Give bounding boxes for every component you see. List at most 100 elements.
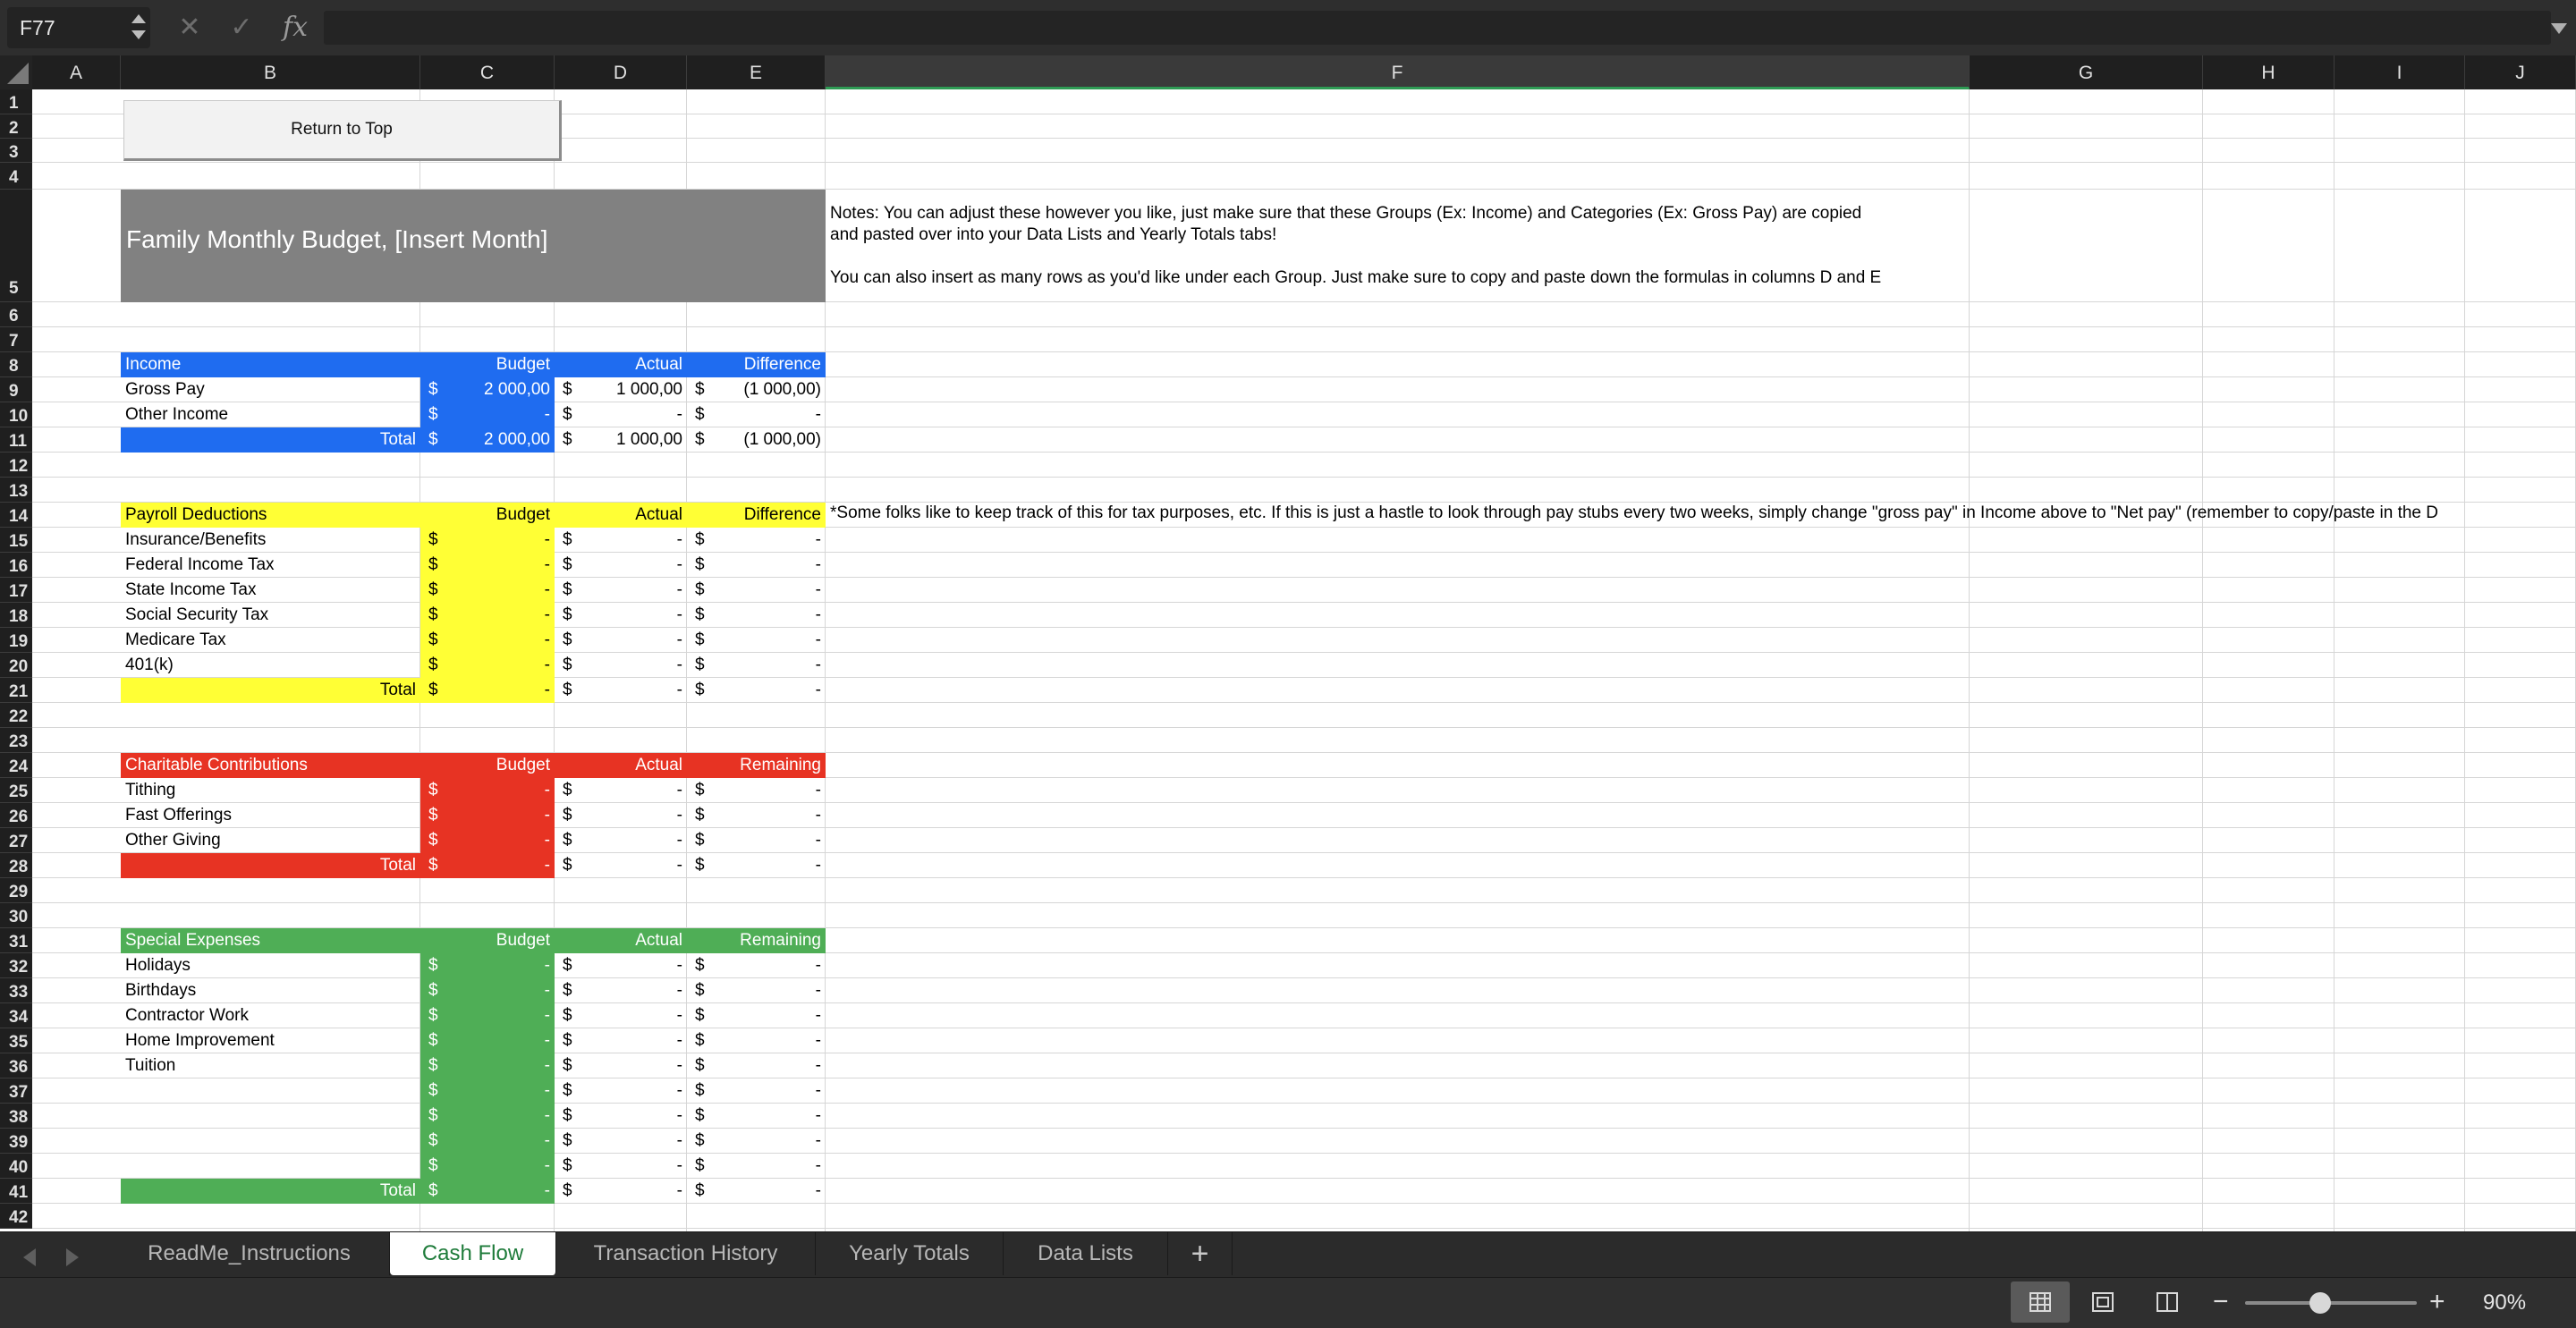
special-expenses-total-label[interactable]: Total <box>121 1179 420 1204</box>
special-expenses-row-actual[interactable]: $ - <box>555 1053 687 1078</box>
payroll-deductions-row-actual[interactable]: $ - <box>555 578 687 603</box>
payroll-deductions-row-label[interactable]: Insurance/Benefits <box>121 528 420 553</box>
charitable-contributions-row-budget[interactable]: $ - <box>420 803 555 828</box>
payroll-deductions-total-budget[interactable]: $ - <box>420 678 555 703</box>
income-total-difference[interactable]: $ (1 000,00) <box>687 427 826 453</box>
special-expenses-row-label[interactable] <box>121 1154 420 1179</box>
payroll-deductions-row-difference[interactable]: $ - <box>687 653 826 678</box>
income-total-budget[interactable]: $2 000,00 <box>420 427 555 453</box>
income-header-budget[interactable]: Budget <box>420 352 555 377</box>
row-header-25[interactable]: 25 <box>0 778 32 803</box>
income-header-label[interactable]: Income <box>121 352 420 377</box>
charitable-contributions-row-label[interactable]: Fast Offerings <box>121 803 420 828</box>
formula-expand-chevron-icon[interactable] <box>2551 23 2567 34</box>
tab-scroll-right-icon[interactable] <box>66 1248 79 1266</box>
payroll-deductions-row-difference[interactable]: $ - <box>687 528 826 553</box>
column-header-c[interactable]: C <box>420 55 555 89</box>
income-total-label[interactable]: Total <box>121 427 420 453</box>
charitable-contributions-row-budget[interactable]: $ - <box>420 778 555 803</box>
row-header-20[interactable]: 20 <box>0 653 32 678</box>
normal-view-grid-icon[interactable] <box>2011 1281 2070 1323</box>
charitable-contributions-header-budget[interactable]: Budget <box>420 753 555 778</box>
payroll-deductions-header-budget[interactable]: Budget <box>420 503 555 528</box>
tab-cash-flow[interactable]: Cash Flow <box>390 1232 556 1275</box>
payroll-deductions-row-actual[interactable]: $ - <box>555 553 687 578</box>
payroll-deductions-row-actual[interactable]: $ - <box>555 528 687 553</box>
row-header-9[interactable]: 9 <box>0 377 32 402</box>
column-header-a[interactable]: A <box>32 55 121 89</box>
row-header-13[interactable]: 13 <box>0 478 32 503</box>
row-header-2[interactable]: 2 <box>0 114 32 139</box>
row-header-17[interactable]: 17 <box>0 578 32 603</box>
income-row-difference[interactable]: $ (1 000,00) <box>687 377 826 402</box>
special-expenses-row-label[interactable] <box>121 1104 420 1129</box>
row-header-5[interactable]: 5 <box>0 190 32 302</box>
special-expenses-row-actual[interactable]: $ - <box>555 1028 687 1053</box>
special-expenses-row-label[interactable]: Tuition <box>121 1053 420 1078</box>
special-expenses-row-label[interactable] <box>121 1078 420 1104</box>
payroll-deductions-row-actual[interactable]: $ - <box>555 603 687 628</box>
charitable-contributions-row-actual[interactable]: $ - <box>555 803 687 828</box>
name-box-stepper[interactable] <box>131 11 147 45</box>
payroll-deductions-row-label[interactable]: Social Security Tax <box>121 603 420 628</box>
payroll-deductions-row-budget[interactable]: $ - <box>420 528 555 553</box>
special-expenses-row-difference[interactable]: $ - <box>687 978 826 1003</box>
row-header-32[interactable]: 32 <box>0 953 32 978</box>
formula-input[interactable] <box>324 11 2551 45</box>
row-header-29[interactable]: 29 <box>0 878 32 903</box>
name-box[interactable]: F77 <box>7 7 150 48</box>
cancel-icon[interactable]: ✕ <box>172 9 208 47</box>
row-header-11[interactable]: 11 <box>0 427 32 453</box>
zoom-in-plus-icon[interactable]: + <box>2429 1280 2445 1324</box>
row-header-40[interactable]: 40 <box>0 1154 32 1179</box>
special-expenses-header-difference[interactable]: Remaining <box>687 928 826 953</box>
special-expenses-row-difference[interactable]: $ - <box>687 1129 826 1154</box>
special-expenses-row-actual[interactable]: $ - <box>555 1078 687 1104</box>
charitable-contributions-header-label[interactable]: Charitable Contributions <box>121 753 420 778</box>
special-expenses-header-actual[interactable]: Actual <box>555 928 687 953</box>
special-expenses-row-budget[interactable]: $ - <box>420 1078 555 1104</box>
payroll-deductions-row-budget[interactable]: $ - <box>420 603 555 628</box>
income-header-difference[interactable]: Difference <box>687 352 826 377</box>
charitable-contributions-total-actual[interactable]: $ - <box>555 853 687 878</box>
row-header-19[interactable]: 19 <box>0 628 32 653</box>
function-fx-icon[interactable]: fx <box>277 9 313 47</box>
row-header-22[interactable]: 22 <box>0 703 32 728</box>
special-expenses-header-budget[interactable]: Budget <box>420 928 555 953</box>
special-expenses-row-actual[interactable]: $ - <box>555 1129 687 1154</box>
row-header-14[interactable]: 14 <box>0 503 32 528</box>
special-expenses-row-label[interactable]: Contractor Work <box>121 1003 420 1028</box>
zoom-slider-track[interactable] <box>2245 1301 2417 1305</box>
special-expenses-total-difference[interactable]: $ - <box>687 1179 826 1204</box>
select-all-corner[interactable] <box>0 55 32 89</box>
column-header-e[interactable]: E <box>687 55 826 89</box>
column-header-f[interactable]: F <box>826 55 1970 89</box>
payroll-deductions-row-actual[interactable]: $ - <box>555 628 687 653</box>
special-expenses-row-actual[interactable]: $ - <box>555 1104 687 1129</box>
charitable-contributions-row-actual[interactable]: $ - <box>555 828 687 853</box>
special-expenses-row-budget[interactable]: $ - <box>420 1104 555 1129</box>
row-header-36[interactable]: 36 <box>0 1053 32 1078</box>
income-row-budget[interactable]: $2 000,00 <box>420 377 555 402</box>
payroll-deductions-header-actual[interactable]: Actual <box>555 503 687 528</box>
tab-scroll-left-icon[interactable] <box>23 1248 36 1266</box>
row-header-1[interactable]: 1 <box>0 89 32 114</box>
column-header-d[interactable]: D <box>555 55 687 89</box>
payroll-deductions-row-label[interactable]: State Income Tax <box>121 578 420 603</box>
payroll-deductions-row-difference[interactable]: $ - <box>687 578 826 603</box>
income-row-label[interactable]: Other Income <box>121 402 420 427</box>
payroll-deductions-header-label[interactable]: Payroll Deductions <box>121 503 420 528</box>
row-header-10[interactable]: 10 <box>0 402 32 427</box>
payroll-deductions-total-difference[interactable]: $ - <box>687 678 826 703</box>
payroll-deductions-total-actual[interactable]: $ - <box>555 678 687 703</box>
special-expenses-row-label[interactable] <box>121 1129 420 1154</box>
row-header-18[interactable]: 18 <box>0 603 32 628</box>
column-header-i[interactable]: I <box>2334 55 2465 89</box>
charitable-contributions-total-difference[interactable]: $ - <box>687 853 826 878</box>
page-layout-view-icon[interactable] <box>2073 1281 2132 1323</box>
charitable-contributions-row-difference[interactable]: $ - <box>687 803 826 828</box>
charitable-contributions-row-label[interactable]: Tithing <box>121 778 420 803</box>
row-header-24[interactable]: 24 <box>0 753 32 778</box>
special-expenses-row-difference[interactable]: $ - <box>687 1053 826 1078</box>
column-header-j[interactable]: J <box>2465 55 2576 89</box>
